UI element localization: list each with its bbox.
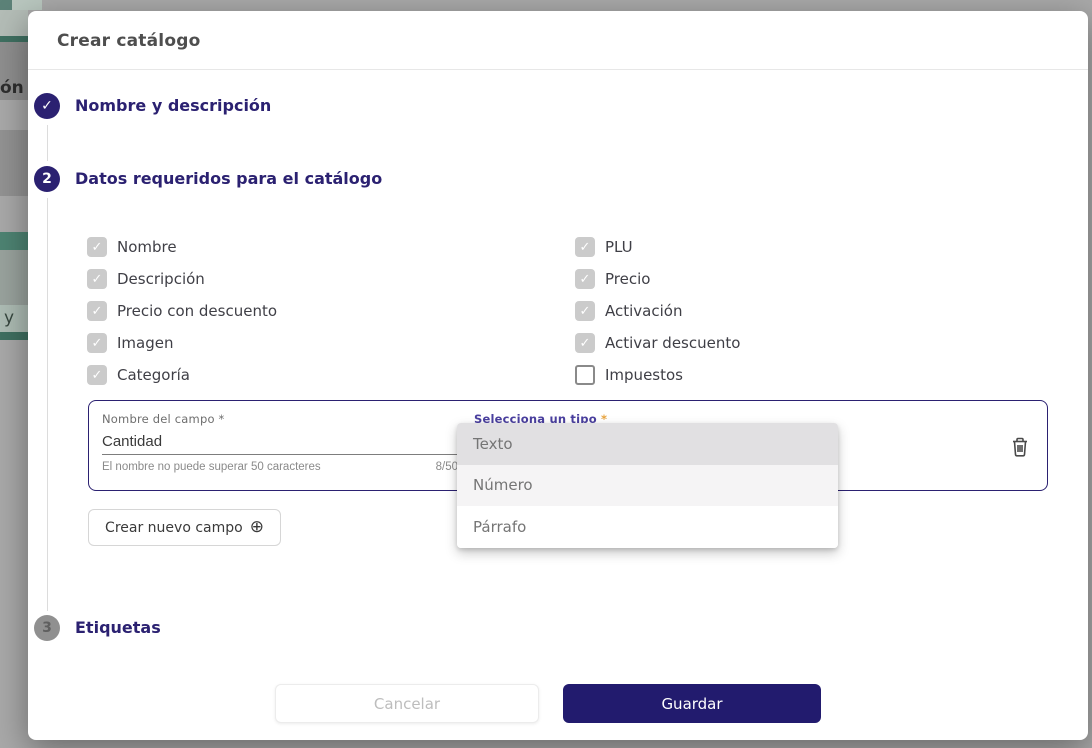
check-icon: ✓ <box>91 303 103 319</box>
checkbox-nombre: ✓ <box>87 237 107 257</box>
create-field-button[interactable]: Crear nuevo campo ⊕ <box>88 509 281 546</box>
checkbox-label: Impuestos <box>605 366 683 384</box>
checkbox-precio-con-descuento: ✓ <box>87 301 107 321</box>
checkbox-row: ✓ Descripción <box>87 268 205 290</box>
type-select-menu: Texto Número Párrafo <box>457 423 838 548</box>
checkbox-activacion: ✓ <box>575 301 595 321</box>
checkbox-label: Activar descuento <box>605 334 741 352</box>
step-2-number: 2 <box>42 171 52 187</box>
step-3-circle[interactable]: 3 <box>34 615 60 641</box>
checkbox-row: ✓ Nombre <box>87 236 177 258</box>
save-label: Guardar <box>661 694 723 713</box>
create-catalog-modal: Crear catálogo ✓ Nombre y descripción 2 … <box>28 11 1088 740</box>
delete-field-button[interactable] <box>1007 434 1033 460</box>
checkbox-row: ✓ Activación <box>575 300 682 322</box>
char-counter: 8/50 <box>435 461 458 473</box>
background-text-fragment: ón <box>0 78 24 98</box>
checkbox-row: ✓ Precio <box>575 268 650 290</box>
field-name-label: Nombre del campo * <box>102 412 225 426</box>
background-text-fragment: y <box>4 308 15 328</box>
check-icon: ✓ <box>579 239 591 255</box>
check-icon: ✓ <box>579 271 591 287</box>
field-name-input[interactable] <box>102 429 458 455</box>
step-1-label[interactable]: Nombre y descripción <box>75 96 271 115</box>
check-icon: ✓ <box>91 367 103 383</box>
checkbox-label: PLU <box>605 238 633 256</box>
menu-option-parrafo[interactable]: Párrafo <box>457 506 838 548</box>
save-button[interactable]: Guardar <box>563 684 821 723</box>
menu-option-numero[interactable]: Número <box>457 464 838 507</box>
field-helper-text: El nombre no puede superar 50 caracteres <box>102 461 321 473</box>
checkbox-descripcion: ✓ <box>87 269 107 289</box>
checkbox-label: Imagen <box>117 334 174 352</box>
checkbox-row: ✓ Precio con descuento <box>87 300 277 322</box>
checkbox-plu: ✓ <box>575 237 595 257</box>
background-strip <box>0 332 28 340</box>
modal-title: Crear catálogo <box>57 31 201 51</box>
step-3-number: 3 <box>42 620 52 636</box>
plus-circle-icon: ⊕ <box>249 517 264 537</box>
checkbox-label: Nombre <box>117 238 177 256</box>
checkbox-precio: ✓ <box>575 269 595 289</box>
modal-header: Crear catálogo <box>28 11 1088 70</box>
check-icon: ✓ <box>579 303 591 319</box>
check-icon: ✓ <box>91 239 103 255</box>
background-strip <box>0 10 28 36</box>
checkbox-label: Activación <box>605 302 683 320</box>
step-2-circle[interactable]: 2 <box>34 166 60 192</box>
background-strip <box>0 232 28 250</box>
step-1-circle[interactable]: ✓ <box>34 93 60 119</box>
trash-icon <box>1013 437 1027 457</box>
checkbox-activar-descuento: ✓ <box>575 333 595 353</box>
cancel-label: Cancelar <box>373 694 441 713</box>
background-strip <box>0 250 28 305</box>
create-field-label: Crear nuevo campo <box>105 519 243 536</box>
checkbox-label: Descripción <box>117 270 205 288</box>
checkbox-imagen: ✓ <box>87 333 107 353</box>
checkbox-categoria: ✓ <box>87 365 107 385</box>
checkbox-row: ✓ Imagen <box>87 332 173 354</box>
checkbox-row: ✓ PLU <box>575 236 633 258</box>
checkbox-label: Precio con descuento <box>117 302 278 320</box>
step-3-label[interactable]: Etiquetas <box>75 618 161 637</box>
step-2-label[interactable]: Datos requeridos para el catálogo <box>75 169 382 188</box>
check-icon: ✓ <box>579 335 591 351</box>
check-icon: ✓ <box>91 271 103 287</box>
background-topbar-light <box>12 0 42 10</box>
checkbox-label: Precio <box>605 270 651 288</box>
background-strip <box>0 130 28 196</box>
checkbox-label: Categoría <box>117 366 191 384</box>
cancel-button[interactable]: Cancelar <box>275 684 539 723</box>
checkbox-row: ✓ Activar descuento <box>575 332 740 354</box>
stepper-connector <box>47 198 48 611</box>
check-icon: ✓ <box>91 335 103 351</box>
background-topbar <box>0 0 12 10</box>
checkbox-row: Impuestos <box>575 364 683 386</box>
stepper-connector <box>47 125 48 161</box>
checkbox-impuestos[interactable] <box>575 365 595 385</box>
checkbox-row: ✓ Categoría <box>87 364 190 386</box>
menu-option-texto[interactable]: Texto <box>457 423 838 465</box>
check-icon: ✓ <box>41 98 53 114</box>
